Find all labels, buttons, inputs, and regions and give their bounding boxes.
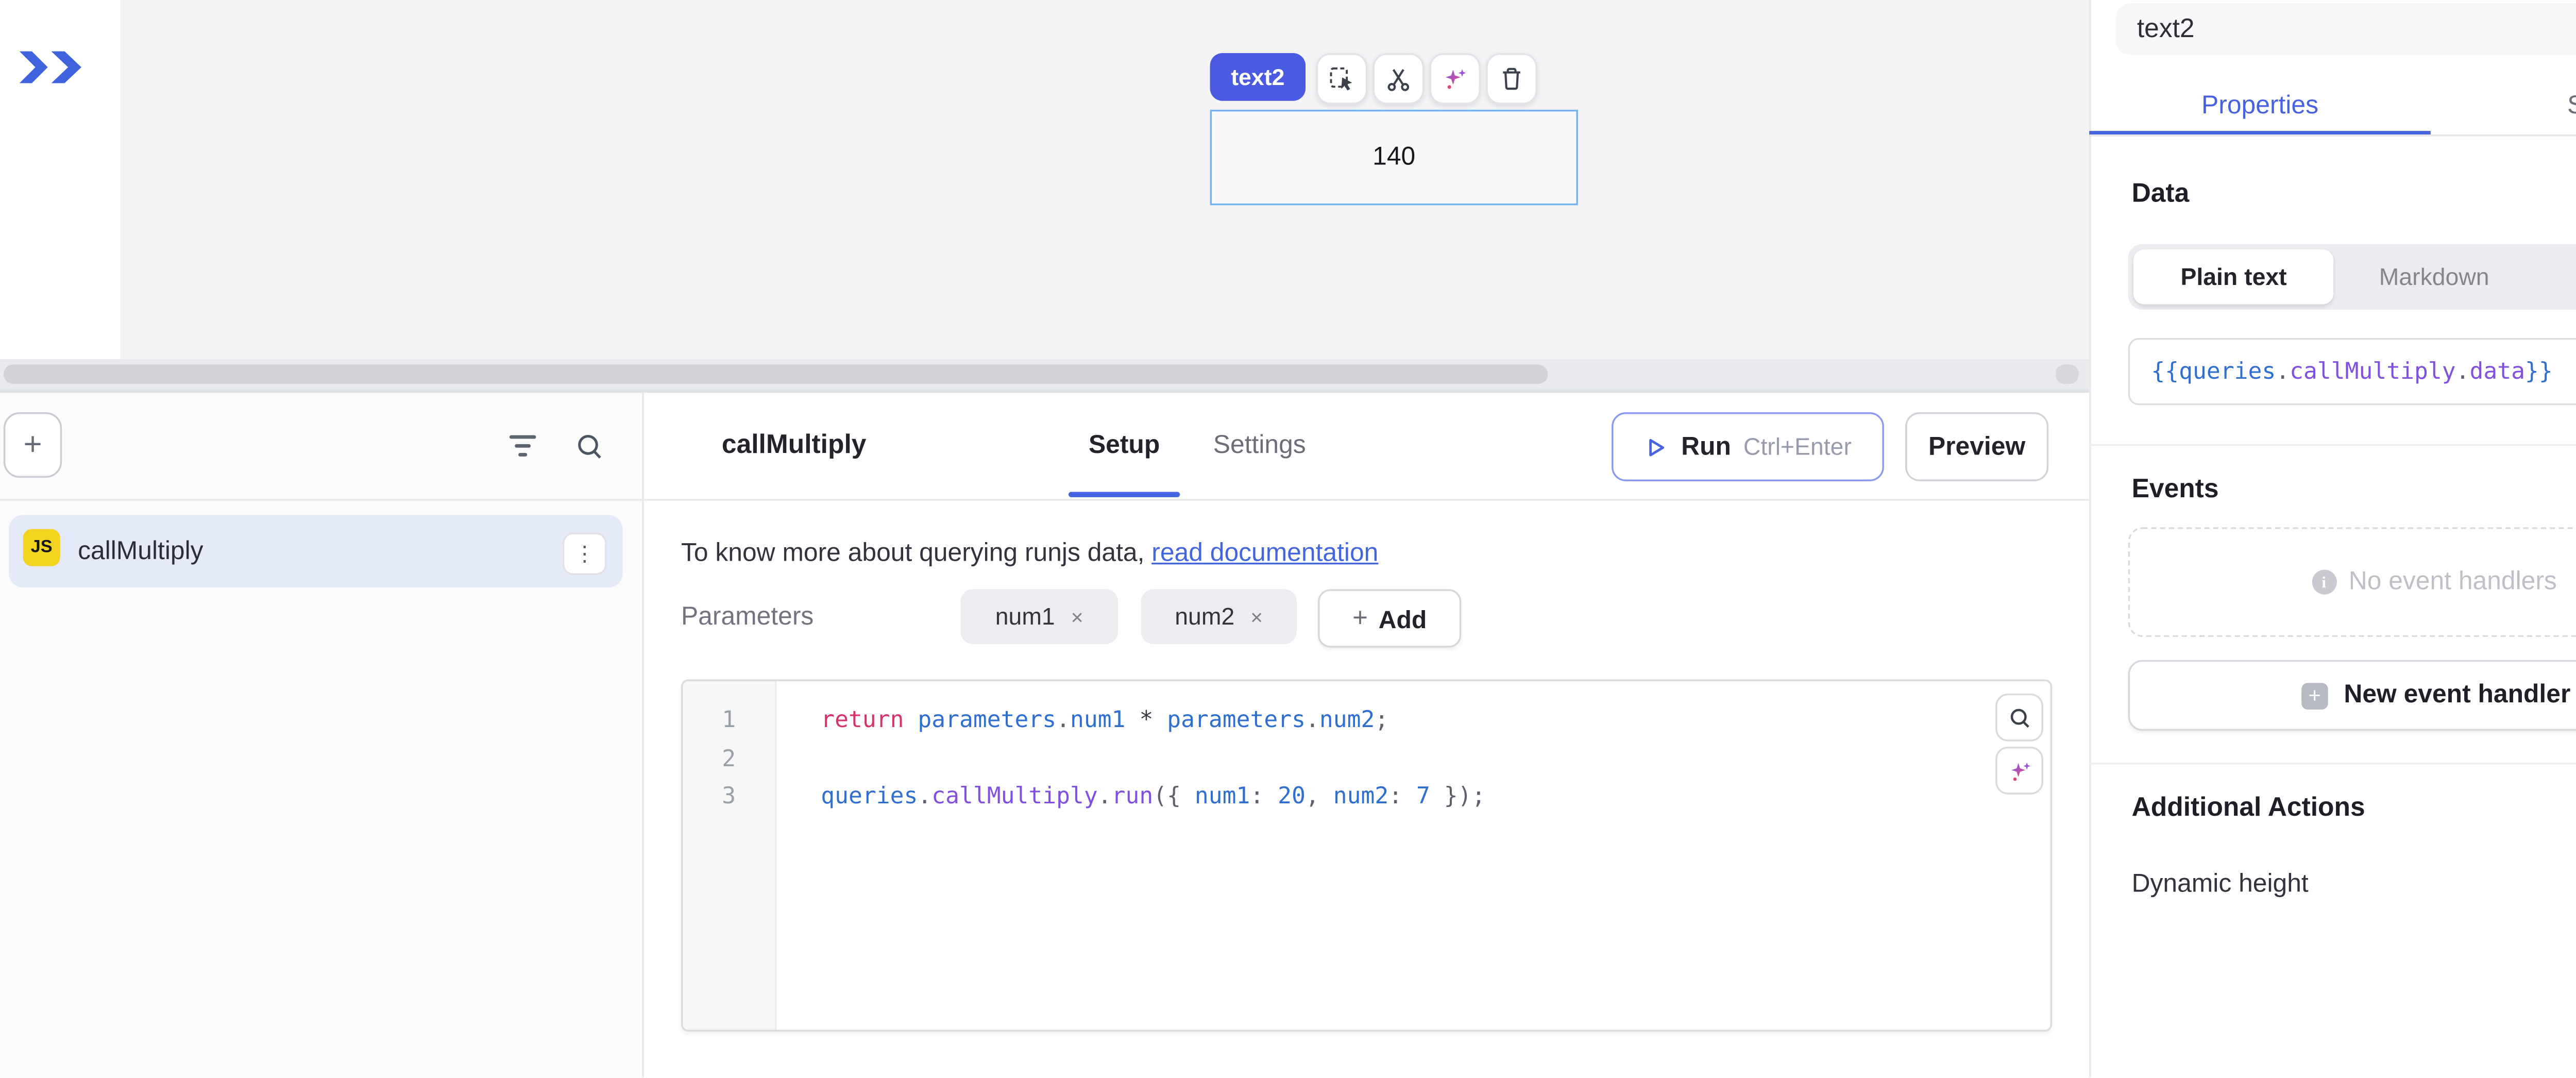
segment-markdown[interactable]: Markdown [2334,249,2534,304]
scrollbar-right-piece[interactable] [2056,364,2079,384]
parameter-pill-num2[interactable]: num2 × [1141,589,1297,644]
code-line-2 [821,740,2050,779]
js-query-type-badge: JS [23,529,60,566]
parameter-name: num1 [995,603,1055,630]
line-number-gutter: 1 2 3 [683,681,776,1030]
code-line-1: return parameters.num1 * parameters.num2… [821,702,2050,740]
header-divider [0,499,2089,500]
additional-actions-header: Additional Actions [2132,793,2365,822]
left-rail [0,0,122,359]
docs-hint-text: To know more about querying runjs data, [681,540,1151,568]
ai-sparkle-icon [2007,758,2031,783]
app-viewport: text2 140 [0,0,2576,1078]
widget-name-badge[interactable]: text2 [1210,53,1306,101]
text-format-segmented-control: Plain text Markdown HTML [2128,244,2576,310]
remove-parameter-icon[interactable]: × [1250,604,1263,629]
delete-widget-button[interactable] [1486,53,1537,105]
app-logo-icon [16,46,87,88]
editor-ai-button[interactable] [1995,747,2043,795]
info-icon: i [2312,570,2336,595]
filter-queries-button[interactable] [504,428,540,464]
cut-widget-button[interactable] [1373,53,1425,105]
expand-editor-button[interactable] [1995,694,2043,742]
code-editor[interactable]: 1 2 3 return parameters.num1 * parameter… [681,680,2052,1032]
tabs-divider [2089,134,2576,136]
query-item-menu-button[interactable]: ⋮ [563,533,607,575]
widget-data-input[interactable]: {{queries.callMultiply.data}} [2128,338,2576,405]
ai-assist-button[interactable] [1429,53,1481,105]
data-section-header: Data [2132,179,2190,209]
add-parameter-button[interactable]: + Add [1318,589,1461,647]
remove-parameter-icon[interactable]: × [1071,604,1083,629]
new-event-handler-button[interactable]: + New event handler [2128,660,2576,731]
scrollbar-thumb[interactable] [4,364,1548,384]
parameter-name: num2 [1175,603,1234,630]
plus-icon: + [2301,682,2328,709]
line-number: 1 [683,702,775,740]
parameters-label: Parameters [681,589,814,644]
trash-icon [1498,65,1525,92]
run-shortcut: Ctrl+Enter [1743,433,1852,460]
new-event-handler-label: New event handler [2344,681,2570,710]
text-widget-value: 140 [1372,143,1415,172]
section-divider [2089,444,2576,446]
add-parameter-label: Add [1379,604,1427,633]
segment-html[interactable]: HTML [2534,249,2576,304]
play-icon [1644,434,1669,459]
run-label: Run [1681,433,1731,461]
widget-name-input[interactable]: text2 [2116,4,2576,55]
add-query-button[interactable]: + [4,412,62,478]
section-divider [2089,763,2576,764]
events-section-header: Events [2132,474,2219,504]
marquee-select-icon [1329,65,1355,92]
tab-properties[interactable]: Properties [2089,80,2431,133]
search-queries-button[interactable] [571,428,607,464]
preview-button[interactable]: Preview [1905,412,2048,481]
search-icon [574,431,604,461]
segment-plain-text[interactable]: Plain text [2133,249,2334,304]
canvas[interactable] [120,0,2089,359]
run-query-button[interactable]: Run Ctrl+Enter [1612,412,1884,481]
query-list-item-label: callMultiply [78,515,204,587]
query-list-panel [0,393,644,1078]
line-number: 2 [683,740,775,779]
app-builder-screen: text2 140 [0,0,2576,1078]
ai-sparkle-icon [1442,65,1468,92]
active-tab-underline [1069,492,1180,497]
query-title: callMultiply [722,412,866,478]
read-documentation-link[interactable]: read documentation [1151,540,1378,568]
dynamic-height-label: Dynamic height [2132,865,2309,904]
docs-hint: To know more about querying runjs data, … [681,540,1378,568]
tab-settings[interactable]: Settings [1182,417,1337,474]
code-line-3: queries.callMultiply.run({ num1: 20, num… [821,779,2050,817]
text-widget[interactable]: 140 [1210,110,1578,205]
empty-event-handlers-box: i No event handlers [2128,527,2576,637]
parameter-pill-num1[interactable]: num1 × [960,589,1118,644]
tab-styles[interactable]: Styles [2431,80,2576,133]
bottom-panel-top-border [0,389,2089,393]
plus-icon: + [1352,603,1368,633]
code-area[interactable]: return parameters.num1 * parameters.num2… [776,681,2050,1030]
scissors-icon [1385,65,1412,92]
magnifier-icon [2007,705,2031,730]
line-number: 3 [683,779,775,817]
tab-setup[interactable]: Setup [1054,417,1194,474]
empty-event-handlers-text: No event handlers [2349,568,2557,596]
marquee-select-button[interactable] [1316,53,1368,105]
canvas-horizontal-scrollbar[interactable] [0,359,2089,389]
